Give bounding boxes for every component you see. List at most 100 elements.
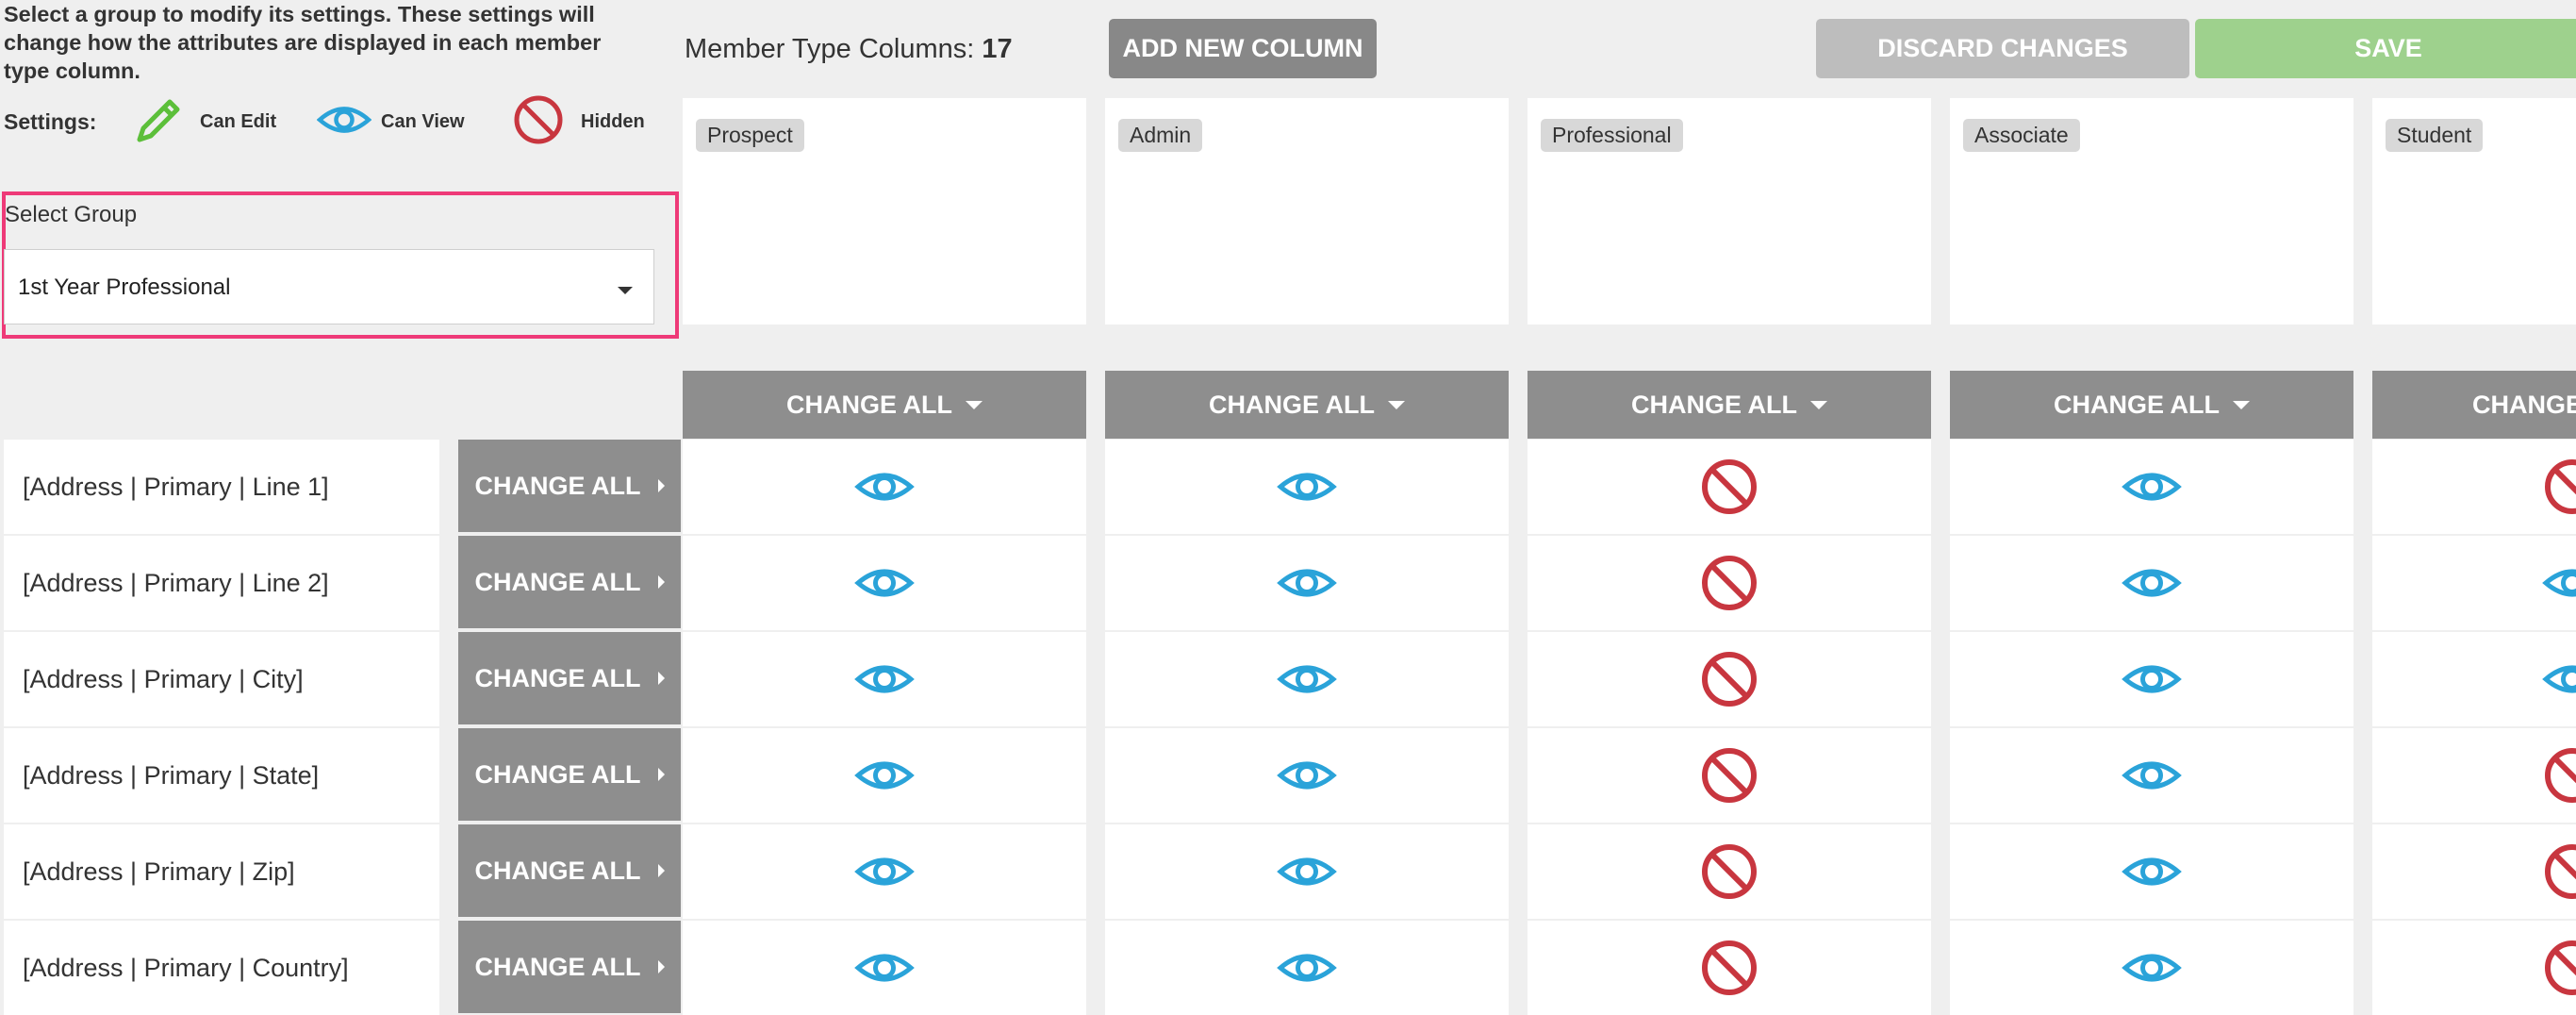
add-new-column-button[interactable]: ADD NEW COLUMN [1109, 19, 1377, 78]
row-change-all-label: CHANGE ALL [475, 760, 641, 790]
permission-cell-view[interactable] [1105, 440, 1509, 534]
attribute-row-label: [Address | Primary | Line 2] [4, 536, 439, 630]
permission-cell-hidden[interactable] [2372, 824, 2576, 919]
permission-cell-view[interactable] [683, 921, 1086, 1015]
eye-icon [854, 841, 915, 902]
member-type-card-admin: Admin [1105, 98, 1509, 324]
column-change-all-button[interactable]: CHANGE ALL [683, 371, 1086, 439]
discard-changes-button[interactable]: DISCARD CHANGES [1816, 19, 2189, 78]
permission-cell-hidden[interactable] [2372, 440, 2576, 534]
member-type-tag: Associate [1963, 119, 2080, 152]
column-change-all-label: CHANGE ALL [1209, 391, 1375, 420]
column-change-all-label: CHANGE [2472, 391, 2576, 420]
attribute-row-label: [Address | Primary | Zip] [4, 824, 439, 919]
permission-cell-hidden[interactable] [1527, 921, 1931, 1015]
row-change-all-label: CHANGE ALL [475, 857, 641, 886]
permission-cell-view[interactable] [683, 536, 1086, 630]
eye-icon [854, 649, 915, 709]
permission-cell-view[interactable] [2372, 632, 2576, 726]
permission-cell-view[interactable] [1105, 728, 1509, 823]
prohibited-icon [1699, 457, 1759, 517]
caret-right-icon [658, 672, 665, 685]
column-change-all-label: CHANGE ALL [786, 391, 952, 420]
permission-cell-hidden[interactable] [1527, 536, 1931, 630]
column-change-all-button[interactable]: CHANGE ALL [1105, 371, 1509, 439]
eye-icon [2122, 938, 2182, 998]
prohibited-icon [2542, 841, 2576, 902]
permission-cell-hidden[interactable] [1527, 440, 1931, 534]
attribute-row-label: [Address | Primary | Country] [4, 921, 439, 1015]
permission-cell-view[interactable] [2372, 536, 2576, 630]
eye-icon [2122, 649, 2182, 709]
permission-cell-hidden[interactable] [1527, 632, 1931, 726]
eye-icon [1277, 457, 1337, 517]
eye-icon [2122, 745, 2182, 806]
group-select-dropdown[interactable]: 1st Year Professional [4, 249, 654, 324]
row-change-all-button[interactable]: CHANGE ALL [458, 536, 681, 628]
row-change-all-label: CHANGE ALL [475, 472, 641, 501]
eye-icon [2542, 649, 2576, 709]
member-type-tag: Student [2386, 119, 2483, 152]
permission-cell-view[interactable] [1105, 536, 1509, 630]
permission-cell-view[interactable] [1950, 728, 2353, 823]
eye-icon [2122, 553, 2182, 613]
permission-cell-view[interactable] [1950, 536, 2353, 630]
column-change-all-button[interactable]: CHANGE ALL [1527, 371, 1931, 439]
permission-cell-view[interactable] [1950, 632, 2353, 726]
eye-icon [1277, 745, 1337, 806]
save-button[interactable]: SAVE [2195, 19, 2576, 78]
permission-cell-hidden[interactable] [2372, 728, 2576, 823]
instructions-line: Select a group to modify its settings. T… [4, 0, 645, 28]
permission-cell-view[interactable] [1950, 824, 2353, 919]
group-select-value: 1st Year Professional [18, 275, 230, 301]
row-change-all-button[interactable]: CHANGE ALL [458, 824, 681, 917]
instructions-line: change how the attributes are displayed … [4, 28, 645, 57]
pencil-icon [132, 92, 187, 147]
eye-icon [1277, 649, 1337, 709]
eye-icon [2122, 841, 2182, 902]
prohibited-icon [1699, 649, 1759, 709]
eye-icon [1277, 553, 1337, 613]
caret-right-icon [658, 768, 665, 781]
eye-icon [854, 938, 915, 998]
caret-down-icon [1810, 401, 1827, 409]
eye-icon [2542, 553, 2576, 613]
member-type-columns-count: Member Type Columns: 17 [685, 34, 1013, 65]
column-change-all-button[interactable]: CHANGE [2372, 371, 2576, 439]
prohibited-icon [2542, 745, 2576, 806]
permission-cell-view[interactable] [683, 632, 1086, 726]
permission-cell-view[interactable] [1950, 921, 2353, 1015]
row-change-all-button[interactable]: CHANGE ALL [458, 728, 681, 821]
permission-cell-view[interactable] [1950, 440, 2353, 534]
caret-right-icon [658, 479, 665, 492]
member-type-card-student: Student [2372, 98, 2576, 324]
chevron-down-icon [618, 287, 633, 294]
row-change-all-button[interactable]: CHANGE ALL [458, 632, 681, 724]
prohibited-icon [1699, 745, 1759, 806]
row-change-all-label: CHANGE ALL [475, 664, 641, 693]
permission-cell-view[interactable] [683, 728, 1086, 823]
permission-cell-view[interactable] [1105, 824, 1509, 919]
attribute-row-label: [Address | Primary | Line 1] [4, 440, 439, 534]
member-type-columns-label: Member Type Columns: [685, 34, 974, 64]
row-change-all-button[interactable]: CHANGE ALL [458, 440, 681, 532]
permission-cell-view[interactable] [683, 440, 1086, 534]
permission-cell-view[interactable] [1105, 921, 1509, 1015]
permission-cell-hidden[interactable] [1527, 824, 1931, 919]
prohibited-icon [511, 92, 566, 147]
column-change-all-button[interactable]: CHANGE ALL [1950, 371, 2353, 439]
attribute-row-label: [Address | Primary | City] [4, 632, 439, 726]
member-type-tag: Professional [1541, 119, 1683, 152]
row-change-all-label: CHANGE ALL [475, 568, 641, 597]
permission-cell-hidden[interactable] [1527, 728, 1931, 823]
permission-cell-view[interactable] [1105, 632, 1509, 726]
permission-cell-view[interactable] [683, 824, 1086, 919]
row-change-all-label: CHANGE ALL [475, 953, 641, 982]
eye-icon [1277, 841, 1337, 902]
eye-icon [854, 745, 915, 806]
instructions-line: type column. [4, 57, 645, 85]
row-change-all-button[interactable]: CHANGE ALL [458, 921, 681, 1013]
permission-cell-hidden[interactable] [2372, 921, 2576, 1015]
instructions-text: Select a group to modify its settings. T… [4, 0, 645, 85]
member-type-tag: Prospect [696, 119, 804, 152]
